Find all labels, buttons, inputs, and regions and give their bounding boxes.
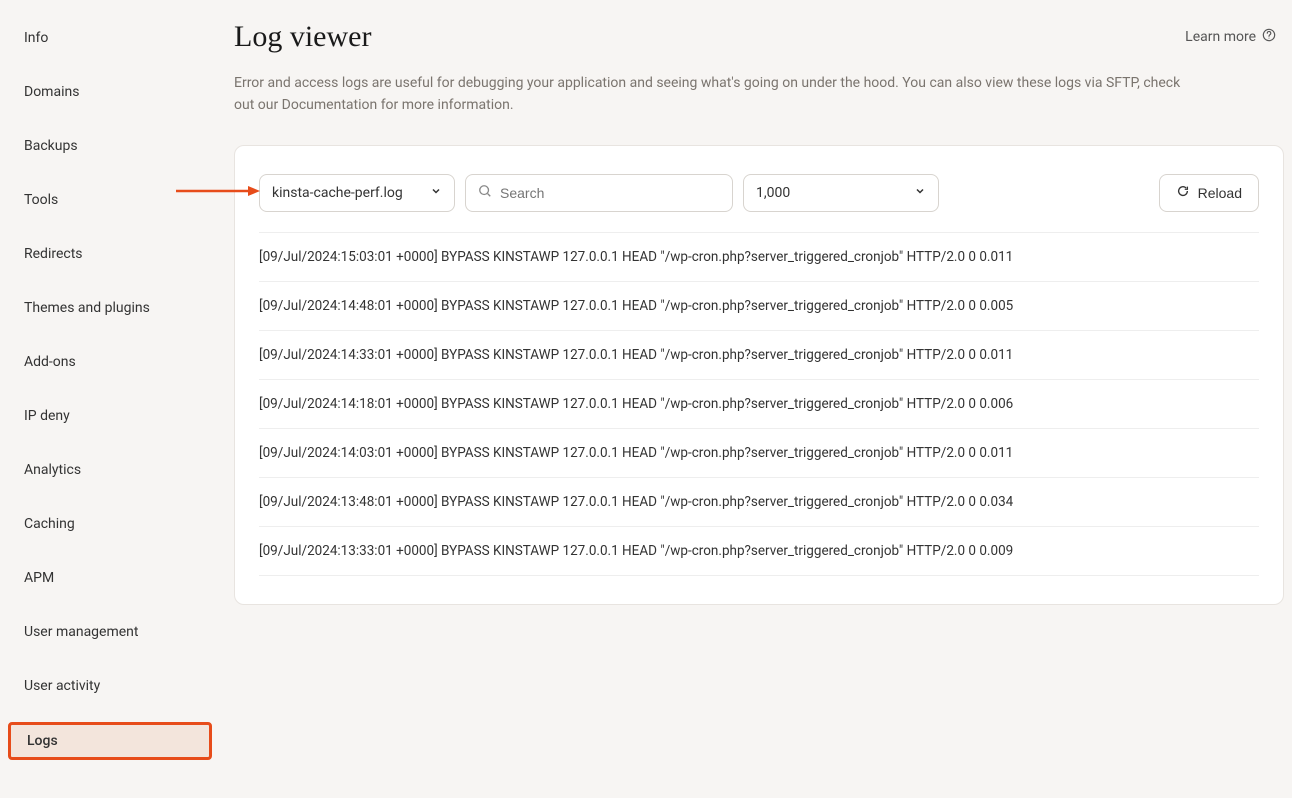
sidebar-item-tools[interactable]: Tools xyxy=(0,182,220,218)
log-row[interactable]: [09/Jul/2024:13:48:01 +0000] BYPASS KINS… xyxy=(259,478,1259,527)
sidebar-item-analytics[interactable]: Analytics xyxy=(0,452,220,488)
search-input-wrap xyxy=(465,174,733,212)
sidebar-item-user-activity[interactable]: User activity xyxy=(0,668,220,704)
sidebar-item-backups[interactable]: Backups xyxy=(0,128,220,164)
sidebar-item-addons[interactable]: Add-ons xyxy=(0,344,220,380)
log-row[interactable]: [09/Jul/2024:14:03:01 +0000] BYPASS KINS… xyxy=(259,429,1259,478)
log-row[interactable]: [09/Jul/2024:13:33:01 +0000] BYPASS KINS… xyxy=(259,527,1259,576)
log-row[interactable]: [09/Jul/2024:14:48:01 +0000] BYPASS KINS… xyxy=(259,282,1259,331)
sidebar-item-user-management[interactable]: User management xyxy=(0,614,220,650)
reload-button[interactable]: Reload xyxy=(1159,174,1259,212)
search-icon xyxy=(478,184,492,202)
chevron-down-icon xyxy=(430,185,442,201)
log-list: [09/Jul/2024:15:03:01 +0000] BYPASS KINS… xyxy=(259,232,1259,576)
sidebar-item-redirects[interactable]: Redirects xyxy=(0,236,220,272)
help-icon xyxy=(1262,28,1276,46)
log-row[interactable]: [09/Jul/2024:14:33:01 +0000] BYPASS KINS… xyxy=(259,331,1259,380)
sidebar-item-domains[interactable]: Domains xyxy=(0,74,220,110)
learn-more-link[interactable]: Learn more xyxy=(1185,28,1276,46)
page-title: Log viewer xyxy=(234,20,371,54)
page-description: Error and access logs are useful for deb… xyxy=(234,72,1194,117)
sidebar-item-info[interactable]: Info xyxy=(0,20,220,56)
log-panel: kinsta-cache-perf.log 1,000 xyxy=(234,145,1284,605)
sidebar-item-themes-plugins[interactable]: Themes and plugins xyxy=(0,290,220,326)
sidebar-item-caching[interactable]: Caching xyxy=(0,506,220,542)
sidebar: Info Domains Backups Tools Redirects The… xyxy=(0,0,220,798)
log-file-select[interactable]: kinsta-cache-perf.log xyxy=(259,174,455,212)
sidebar-item-ip-deny[interactable]: IP deny xyxy=(0,398,220,434)
log-toolbar: kinsta-cache-perf.log 1,000 xyxy=(259,174,1259,212)
search-input[interactable] xyxy=(500,185,720,201)
log-row[interactable]: [09/Jul/2024:15:03:01 +0000] BYPASS KINS… xyxy=(259,233,1259,282)
line-count-select[interactable]: 1,000 xyxy=(743,174,939,212)
reload-icon xyxy=(1176,184,1190,201)
sidebar-item-apm[interactable]: APM xyxy=(0,560,220,596)
main-content: Log viewer Learn more Error and access l… xyxy=(220,0,1292,798)
chevron-down-icon xyxy=(914,185,926,201)
sidebar-item-logs[interactable]: Logs xyxy=(8,722,212,760)
log-row[interactable]: [09/Jul/2024:14:18:01 +0000] BYPASS KINS… xyxy=(259,380,1259,429)
page-header: Log viewer Learn more xyxy=(234,20,1292,72)
